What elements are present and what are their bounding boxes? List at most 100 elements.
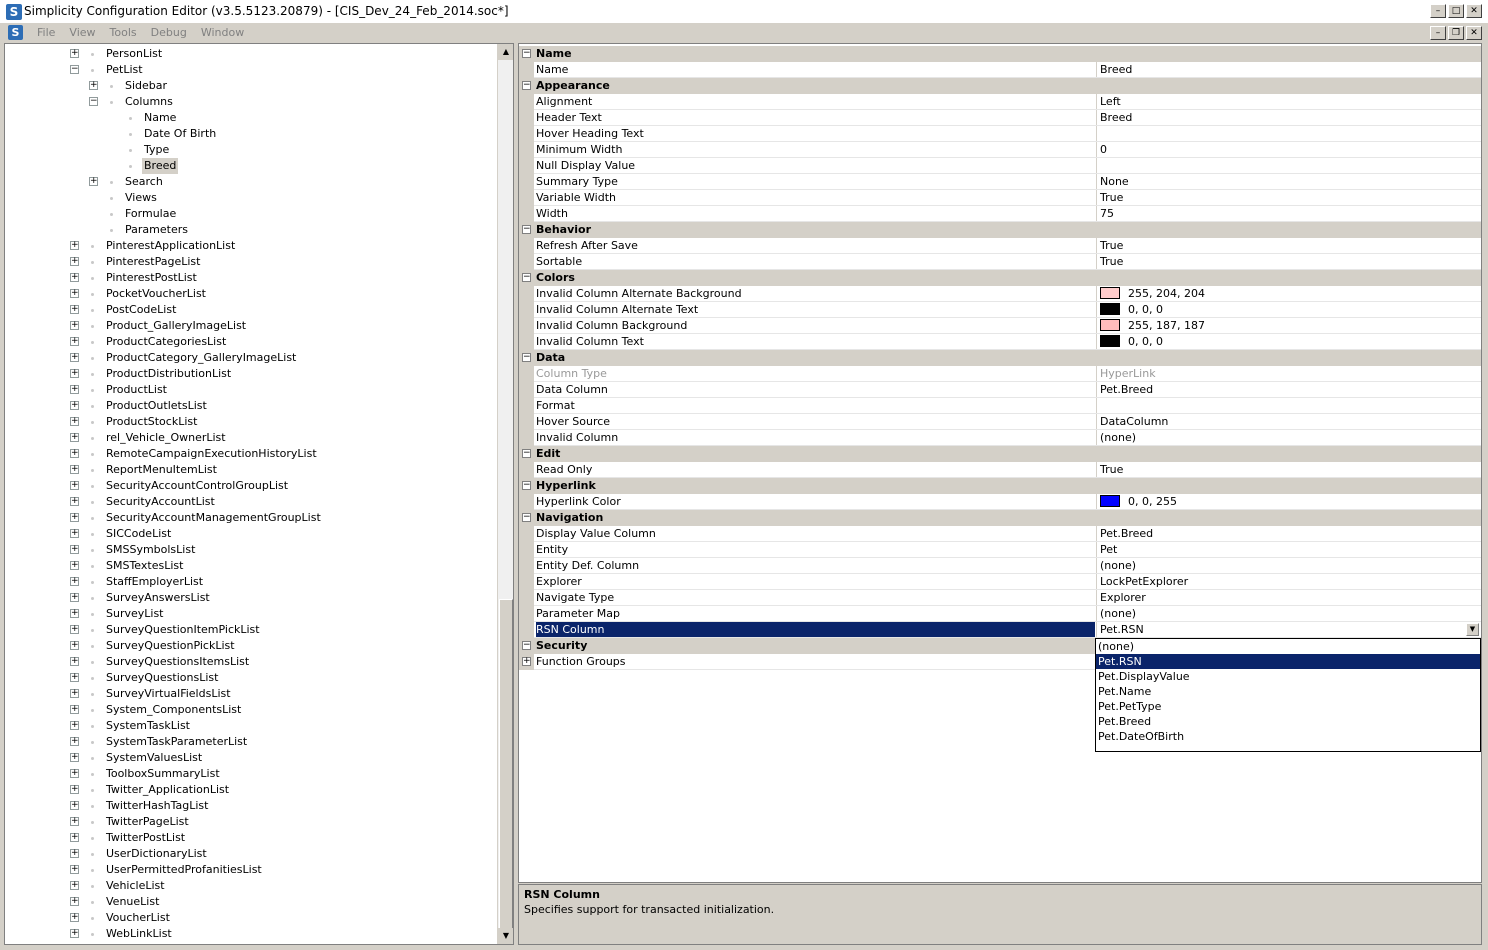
category-hyperlink[interactable]: − Hyperlink xyxy=(519,478,1481,494)
property-entity-def-column[interactable]: Entity Def. Column (none) xyxy=(519,558,1481,574)
tree-item-product-galleryimagelist[interactable]: + Product_GalleryImageList xyxy=(5,318,495,334)
expand-icon[interactable]: + xyxy=(70,305,79,314)
expand-icon[interactable]: + xyxy=(70,321,79,330)
property-read-only[interactable]: Read Only True xyxy=(519,462,1481,478)
property-value[interactable] xyxy=(1096,158,1481,173)
property-header-text[interactable]: Header Text Breed xyxy=(519,110,1481,126)
property-value[interactable]: 0, 0, 0 xyxy=(1096,302,1481,317)
tree-item-twitterpostlist[interactable]: + TwitterPostList xyxy=(5,830,495,846)
expand-icon[interactable]: + xyxy=(70,929,79,938)
dropdown-option-pet-dateofbirth[interactable]: Pet.DateOfBirth xyxy=(1096,729,1480,744)
tree-item-label[interactable]: WebLinkList xyxy=(106,926,172,942)
property-name[interactable]: Invalid Column Text xyxy=(536,334,1095,349)
tree-item-formulae[interactable]: Formulae xyxy=(5,206,495,222)
tree-item-label[interactable]: Product_GalleryImageList xyxy=(106,318,246,334)
tree-item-vehiclelist[interactable]: + VehicleList xyxy=(5,878,495,894)
tree-item-label[interactable]: ProductDistributionList xyxy=(106,366,231,382)
tree-item-label[interactable]: SecurityAccountManagementGroupList xyxy=(106,510,321,526)
property-value[interactable]: True xyxy=(1096,254,1481,269)
collapse-icon[interactable]: − xyxy=(522,273,531,282)
collapse-icon[interactable]: − xyxy=(522,353,531,362)
tree-item-label[interactable]: SurveyQuestionItemPickList xyxy=(106,622,260,638)
tree-item-twitterpagelist[interactable]: + TwitterPageList xyxy=(5,814,495,830)
dropdown-option-pet-breed[interactable]: Pet.Breed xyxy=(1096,714,1480,729)
property-value[interactable]: (none) xyxy=(1096,558,1481,573)
property-format[interactable]: Format xyxy=(519,398,1481,414)
property-explorer[interactable]: Explorer LockPetExplorer xyxy=(519,574,1481,590)
tree-item-surveyquestionitempicklist[interactable]: + SurveyQuestionItemPickList xyxy=(5,622,495,638)
tree-item-userpermittedprofanitieslist[interactable]: + UserPermittedProfanitiesList xyxy=(5,862,495,878)
property-name[interactable]: Function Groups xyxy=(536,654,1095,669)
collapse-icon[interactable]: − xyxy=(522,49,531,58)
category-data[interactable]: − Data xyxy=(519,350,1481,366)
tree-item-label[interactable]: ProductCategoriesList xyxy=(106,334,226,350)
minimize-button[interactable]: – xyxy=(1430,4,1446,18)
property-sortable[interactable]: Sortable True xyxy=(519,254,1481,270)
tree-item-label[interactable]: SurveyAnswersList xyxy=(106,590,210,606)
property-name[interactable]: Data Column xyxy=(536,382,1095,397)
category-appearance[interactable]: − Appearance xyxy=(519,78,1481,94)
property-parameter-map[interactable]: Parameter Map (none) xyxy=(519,606,1481,622)
collapse-icon[interactable]: − xyxy=(70,65,79,74)
expand-icon[interactable]: + xyxy=(70,465,79,474)
property-value[interactable]: 0, 0, 255 xyxy=(1096,494,1481,509)
tree-item-label[interactable]: Type xyxy=(144,142,169,158)
tree-item-label[interactable]: Columns xyxy=(125,94,173,110)
expand-icon[interactable]: + xyxy=(70,497,79,506)
property-name[interactable]: Invalid Column Alternate Background xyxy=(536,286,1095,301)
expand-icon[interactable]: + xyxy=(70,609,79,618)
tree-item-label[interactable]: PocketVoucherList xyxy=(106,286,206,302)
dropdown-option-pet-displayvalue[interactable]: Pet.DisplayValue xyxy=(1096,669,1480,684)
property-value[interactable]: Breed xyxy=(1096,62,1481,77)
expand-icon[interactable]: + xyxy=(70,625,79,634)
tree-item-sidebar[interactable]: + Sidebar xyxy=(5,78,495,94)
tree-item-label[interactable]: Parameters xyxy=(125,222,188,238)
property-name[interactable]: RSN Column xyxy=(536,622,1095,637)
tree-item-label[interactable]: SecurityAccountList xyxy=(106,494,215,510)
property-hover-source[interactable]: Hover Source DataColumn xyxy=(519,414,1481,430)
property-rsn-column[interactable]: RSN Column Pet.RSN ▼ xyxy=(519,622,1481,638)
property-name[interactable]: Refresh After Save xyxy=(536,238,1095,253)
property-name[interactable]: Invalid Column xyxy=(536,430,1095,445)
property-name[interactable]: Name Breed xyxy=(519,62,1481,78)
expand-icon[interactable]: + xyxy=(70,529,79,538)
tree-item-label[interactable]: Breed xyxy=(142,158,179,174)
property-value[interactable]: Pet.RSN ▼ xyxy=(1096,622,1481,637)
collapse-icon[interactable]: − xyxy=(522,449,531,458)
expand-icon[interactable]: + xyxy=(522,657,531,666)
tree-item-productlist[interactable]: + ProductList xyxy=(5,382,495,398)
category-edit[interactable]: − Edit xyxy=(519,446,1481,462)
property-data-column[interactable]: Data Column Pet.Breed xyxy=(519,382,1481,398)
tree-item-systemvalueslist[interactable]: + SystemValuesList xyxy=(5,750,495,766)
tree-item-productstocklist[interactable]: + ProductStockList xyxy=(5,414,495,430)
property-name[interactable]: Hover Heading Text xyxy=(536,126,1095,141)
tree-item-label[interactable]: SMSTextesList xyxy=(106,558,183,574)
tree-item-label[interactable]: SystemTaskParameterList xyxy=(106,734,247,750)
category-colors[interactable]: − Colors xyxy=(519,270,1481,286)
property-name[interactable]: Invalid Column Background xyxy=(536,318,1095,333)
property-invalid-column[interactable]: Invalid Column (none) xyxy=(519,430,1481,446)
menu-window[interactable]: Window xyxy=(194,26,251,39)
tree-item-label[interactable]: UserDictionaryList xyxy=(106,846,207,862)
scroll-thumb[interactable] xyxy=(499,599,513,929)
collapse-icon[interactable]: − xyxy=(522,481,531,490)
expand-icon[interactable]: + xyxy=(70,673,79,682)
collapse-icon[interactable]: − xyxy=(89,97,98,106)
expand-icon[interactable]: + xyxy=(70,657,79,666)
dropdown-option-pet-name[interactable]: Pet.Name xyxy=(1096,684,1480,699)
property-name[interactable]: Parameter Map xyxy=(536,606,1095,621)
tree-item-label[interactable]: Name xyxy=(144,110,176,126)
property-column-type[interactable]: Column Type HyperLink xyxy=(519,366,1481,382)
expand-icon[interactable]: + xyxy=(70,369,79,378)
expand-icon[interactable]: + xyxy=(70,401,79,410)
scroll-down-icon[interactable]: ▼ xyxy=(498,928,513,944)
tree-item-surveylist[interactable]: + SurveyList xyxy=(5,606,495,622)
tree-item-productcategorieslist[interactable]: + ProductCategoriesList xyxy=(5,334,495,350)
mdi-restore-button[interactable]: ❐ xyxy=(1448,26,1464,40)
expand-icon[interactable]: + xyxy=(70,721,79,730)
tree-item-label[interactable]: rel_Vehicle_OwnerList xyxy=(106,430,226,446)
expand-icon[interactable]: + xyxy=(70,689,79,698)
property-value[interactable]: True xyxy=(1096,190,1481,205)
tree-item-label[interactable]: PostCodeList xyxy=(106,302,176,318)
property-value[interactable]: Explorer xyxy=(1096,590,1481,605)
